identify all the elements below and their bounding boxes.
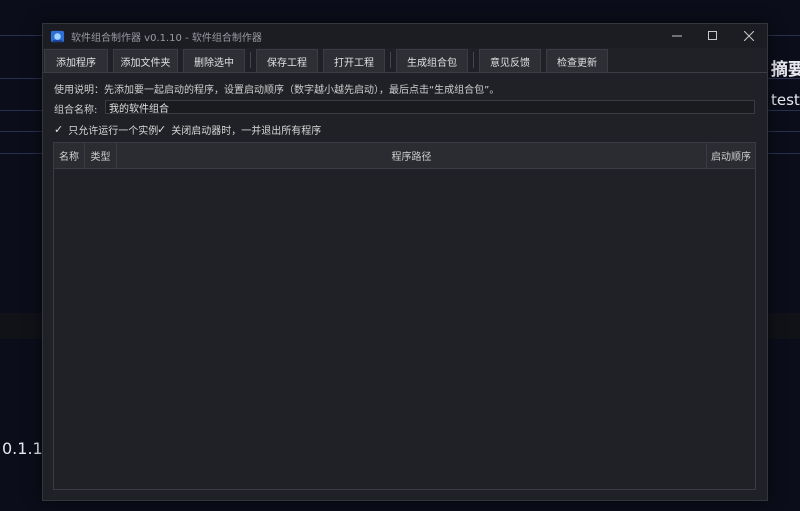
background-divider [766,131,800,132]
toolbar: 添加程序 添加文件夹 删除选中 保存工程 打开工程 生成组合包 意见反馈 检查更… [43,48,767,72]
single-instance-checkbox[interactable]: ✓ 只允许运行一个实例 [54,122,158,137]
maximize-icon[interactable] [695,24,731,48]
toolbar-separator [473,52,474,68]
toolbar-separator [390,52,391,68]
column-header-path[interactable]: 程序路径 [117,143,707,168]
background-divider [766,153,800,154]
exit-all-on-close-label: 关闭启动器时，一并退出所有程序 [171,126,322,137]
app-window: 软件组合制作器 v0.1.10 - 软件组合制作器 添加程序 添加文件夹 删除选… [42,23,768,501]
background-summary-item: test1 [771,91,800,109]
save-project-button[interactable]: 保存工程 [256,49,318,72]
app-logo-icon [49,28,65,44]
close-icon[interactable] [731,24,767,48]
background-divider [0,35,42,36]
background-summary-title: 摘要 [771,60,800,80]
table-header: 名称 类型 程序路径 启动顺序 [54,143,755,169]
program-table[interactable]: 名称 类型 程序路径 启动顺序 [53,142,756,490]
title-bar[interactable]: 软件组合制作器 v0.1.10 - 软件组合制作器 [43,24,767,48]
column-header-type[interactable]: 类型 [85,143,117,168]
open-project-button[interactable]: 打开工程 [323,49,385,72]
column-header-name[interactable]: 名称 [54,143,85,168]
delete-selected-button[interactable]: 删除选中 [183,49,245,72]
background-divider [0,131,42,132]
exit-all-on-close-checkbox[interactable]: ✓ 关闭启动器时，一并退出所有程序 [157,122,321,137]
background-divider [766,110,800,111]
background-divider [0,110,42,111]
background-divider [0,153,42,154]
check-update-button[interactable]: 检查更新 [546,49,608,72]
background-divider [0,78,42,79]
bundle-name-label: 组合名称: [54,105,98,116]
generate-bundle-button[interactable]: 生成组合包 [396,49,468,72]
background-divider [766,35,800,36]
toolbar-separator [250,52,251,68]
toolbar-divider [43,72,767,73]
add-folder-button[interactable]: 添加文件夹 [113,49,178,72]
bundle-name-input[interactable] [105,100,755,114]
checkmark-icon: ✓ [157,123,167,136]
usage-instructions: 使用说明：先添加要一起启动的程序，设置启动顺序（数字越小越先启动），最后点击“生… [54,85,500,96]
add-program-button[interactable]: 添加程序 [44,49,108,72]
column-header-order[interactable]: 启动顺序 [707,143,755,168]
minimize-icon[interactable] [659,24,695,48]
feedback-button[interactable]: 意见反馈 [479,49,541,72]
window-title: 软件组合制作器 v0.1.10 - 软件组合制作器 [71,32,262,44]
single-instance-label: 只允许运行一个实例 [68,126,159,137]
checkmark-icon: ✓ [54,123,64,136]
